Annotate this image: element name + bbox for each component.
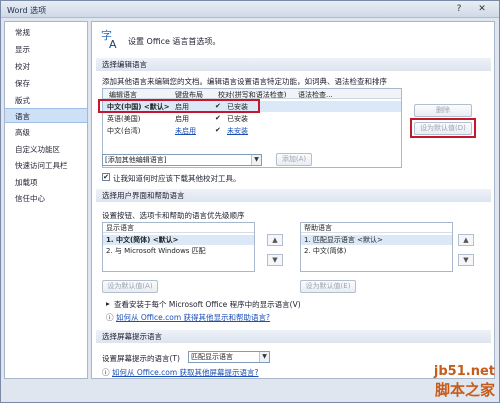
language-icon: 字 A: [101, 28, 117, 50]
download-proofing-checkbox[interactable]: ✔: [102, 173, 110, 181]
row-keyboard[interactable]: 未启用: [175, 126, 196, 136]
table-header: 编辑语言 键盘布局 校对(拼写和语法检查) 语法检查...: [103, 89, 401, 99]
sidebar: 常规 显示 校对 保存 版式 语言 高级 自定义功能区 快速访问工具栏 加载项 …: [4, 21, 88, 379]
help-move-down-icon[interactable]: ▼: [458, 254, 474, 266]
tooltip-language-label: 设置屏幕提示的语言(T): [102, 354, 180, 363]
list-item[interactable]: 2. 与 Microsoft Windows 匹配: [103, 246, 254, 256]
add-language-value: [添加其他编辑语言]: [105, 156, 167, 164]
table-row[interactable]: 英语(美国) 启用 ✔ 已安装: [103, 113, 401, 124]
section-ui-language: 选择用户界面和帮助语言: [96, 189, 491, 202]
sidebar-item-save[interactable]: 保存: [5, 76, 87, 91]
highlight-default-button: [410, 118, 476, 138]
list-item[interactable]: 2. 中文(简体): [301, 246, 452, 256]
tooltip-language-value: 匹配显示语言: [191, 353, 233, 361]
list-item[interactable]: 1. 中文(简体) <默认>: [103, 235, 254, 245]
row-proofing: 已安装: [227, 115, 248, 123]
help-move-up-icon[interactable]: ▲: [458, 234, 474, 246]
help-icon[interactable]: ?: [451, 3, 467, 15]
sidebar-item-proofing[interactable]: 校对: [5, 59, 87, 74]
table-row[interactable]: 中文(台湾) 未启用 ✔ 未安装: [103, 125, 401, 136]
sidebar-item-display[interactable]: 显示: [5, 42, 87, 57]
download-proofing-label: 让我知道何时应该下载其他校对工具。: [113, 174, 241, 183]
row-proofing[interactable]: 未安装: [227, 126, 248, 136]
bottom-bar: [1, 381, 499, 402]
display-language-title: 显示语言: [103, 223, 254, 233]
row-keyboard: 启用: [175, 115, 189, 123]
row-lang: 中文(台湾): [107, 127, 141, 135]
watermark-line2: 脚本之家: [434, 381, 495, 399]
sidebar-item-addins[interactable]: 加载项: [5, 175, 87, 190]
tooltip-language-combo[interactable]: 匹配显示语言 ▼: [188, 351, 270, 363]
sidebar-item-typography[interactable]: 版式: [5, 93, 87, 108]
get-tooltip-languages-link[interactable]: 如何从 Office.com 获取其他屏幕提示语言?: [112, 367, 259, 378]
edit-language-desc: 添加其他语言来编辑您的文档。编辑语言设置语言特定功能，如词典、语法检查和排序: [102, 77, 387, 86]
chevron-down-icon[interactable]: ▼: [251, 155, 261, 165]
move-down-icon[interactable]: ▼: [267, 254, 283, 266]
help-circle-icon: ⓘ: [106, 313, 114, 322]
set-help-default-button[interactable]: 设为默认值(E): [300, 280, 356, 293]
watermark: jb51.net 脚本之家: [434, 364, 495, 400]
remove-button[interactable]: 删除: [414, 104, 472, 117]
language-panel: 字 A 设置 Office 语言首选项。 选择编辑语言 添加其他语言来编辑您的文…: [91, 21, 495, 379]
svg-text:A: A: [109, 38, 117, 50]
display-language-list[interactable]: 显示语言 1. 中文(简体) <默认> 2. 与 Microsoft Windo…: [102, 222, 255, 272]
expand-icon[interactable]: ▸: [106, 299, 110, 308]
list-item[interactable]: 1. 匹配显示语言 <默认>: [301, 235, 452, 245]
window-title: Word 选项: [7, 6, 47, 15]
chevron-down-icon[interactable]: ▼: [259, 352, 269, 362]
row-lang: 英语(美国): [107, 115, 141, 123]
get-more-languages-link[interactable]: 如何从 Office.com 获得其他显示和帮助语言?: [116, 312, 270, 323]
check-icon: ✔: [215, 126, 221, 134]
sidebar-item-advanced[interactable]: 高级: [5, 125, 87, 140]
col-grammar: 语法检查...: [298, 91, 333, 99]
check-icon: ✔: [215, 114, 221, 122]
view-display-languages[interactable]: 查看安装于每个 Microsoft Office 程序中的显示语言(V): [114, 299, 301, 310]
sidebar-item-language[interactable]: 语言: [5, 108, 87, 123]
ui-language-desc: 设置按钮、选项卡和帮助的语言优先级顺序: [102, 211, 245, 220]
section-edit-language: 选择编辑语言: [96, 58, 491, 71]
sidebar-item-customize-ribbon[interactable]: 自定义功能区: [5, 142, 87, 157]
section-tooltip-language: 选择屏幕提示语言: [96, 330, 491, 343]
help-language-title: 帮助语言: [301, 223, 452, 233]
sidebar-item-quick-access[interactable]: 快速访问工具栏: [5, 158, 87, 173]
help-circle-icon: ⓘ: [102, 368, 110, 377]
close-icon[interactable]: ✕: [471, 3, 493, 15]
add-button[interactable]: 添加(A): [276, 153, 312, 166]
move-up-icon[interactable]: ▲: [267, 234, 283, 246]
add-language-combo[interactable]: [添加其他编辑语言] ▼: [102, 154, 262, 166]
sidebar-item-trust-center[interactable]: 信任中心: [5, 191, 87, 206]
help-language-list[interactable]: 帮助语言 1. 匹配显示语言 <默认> 2. 中文(简体): [300, 222, 453, 272]
set-display-default-button[interactable]: 设为默认值(A): [102, 280, 158, 293]
panel-header-text: 设置 Office 语言首选项。: [128, 37, 221, 46]
sidebar-item-general[interactable]: 常规: [5, 25, 87, 40]
watermark-line1: jb51.net: [433, 364, 495, 379]
options-window: Word 选项 ? ✕ 常规 显示 校对 保存 版式 语言 高级 自定义功能区 …: [0, 0, 500, 403]
title-bar: Word 选项 ? ✕: [1, 1, 499, 18]
highlight-default-row: [98, 99, 260, 113]
